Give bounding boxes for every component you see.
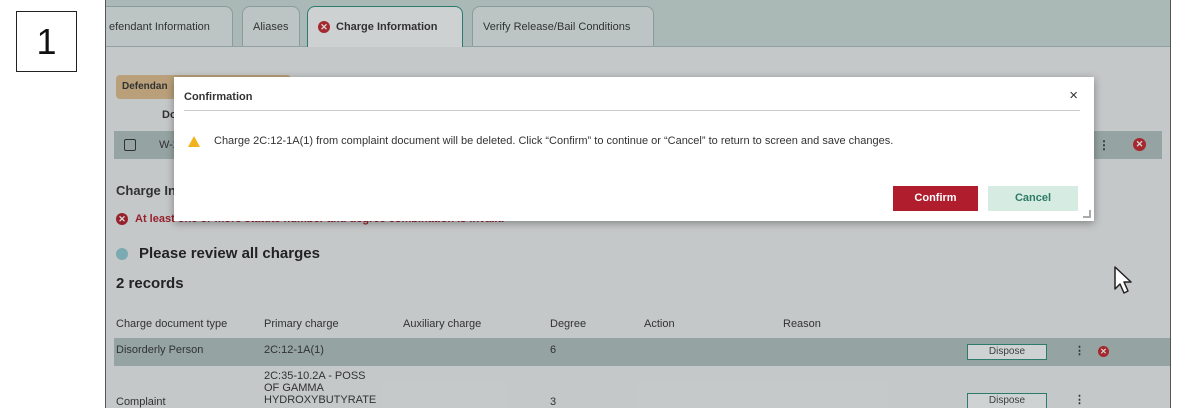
- app-window: efendant Information Aliases ✕ Charge In…: [105, 0, 1171, 408]
- resize-handle[interactable]: [1083, 210, 1091, 218]
- step-number: 1: [36, 20, 57, 62]
- close-icon[interactable]: ×: [1069, 87, 1078, 104]
- dialog-message: Charge 2C:12-1A(1) from complaint docume…: [214, 135, 894, 147]
- cancel-button[interactable]: Cancel: [988, 186, 1078, 211]
- mouse-pointer-icon: [1114, 266, 1132, 294]
- step-number-box: 1: [16, 11, 77, 72]
- warning-icon: [188, 135, 200, 147]
- dialog-title: Confirmation: [184, 91, 253, 103]
- confirmation-dialog: Confirmation × Charge 2C:12-1A(1) from c…: [174, 77, 1094, 221]
- dialog-divider: [184, 110, 1080, 111]
- dialog-message-row: Charge 2C:12-1A(1) from complaint docume…: [188, 135, 893, 147]
- confirm-button[interactable]: Confirm: [893, 186, 978, 211]
